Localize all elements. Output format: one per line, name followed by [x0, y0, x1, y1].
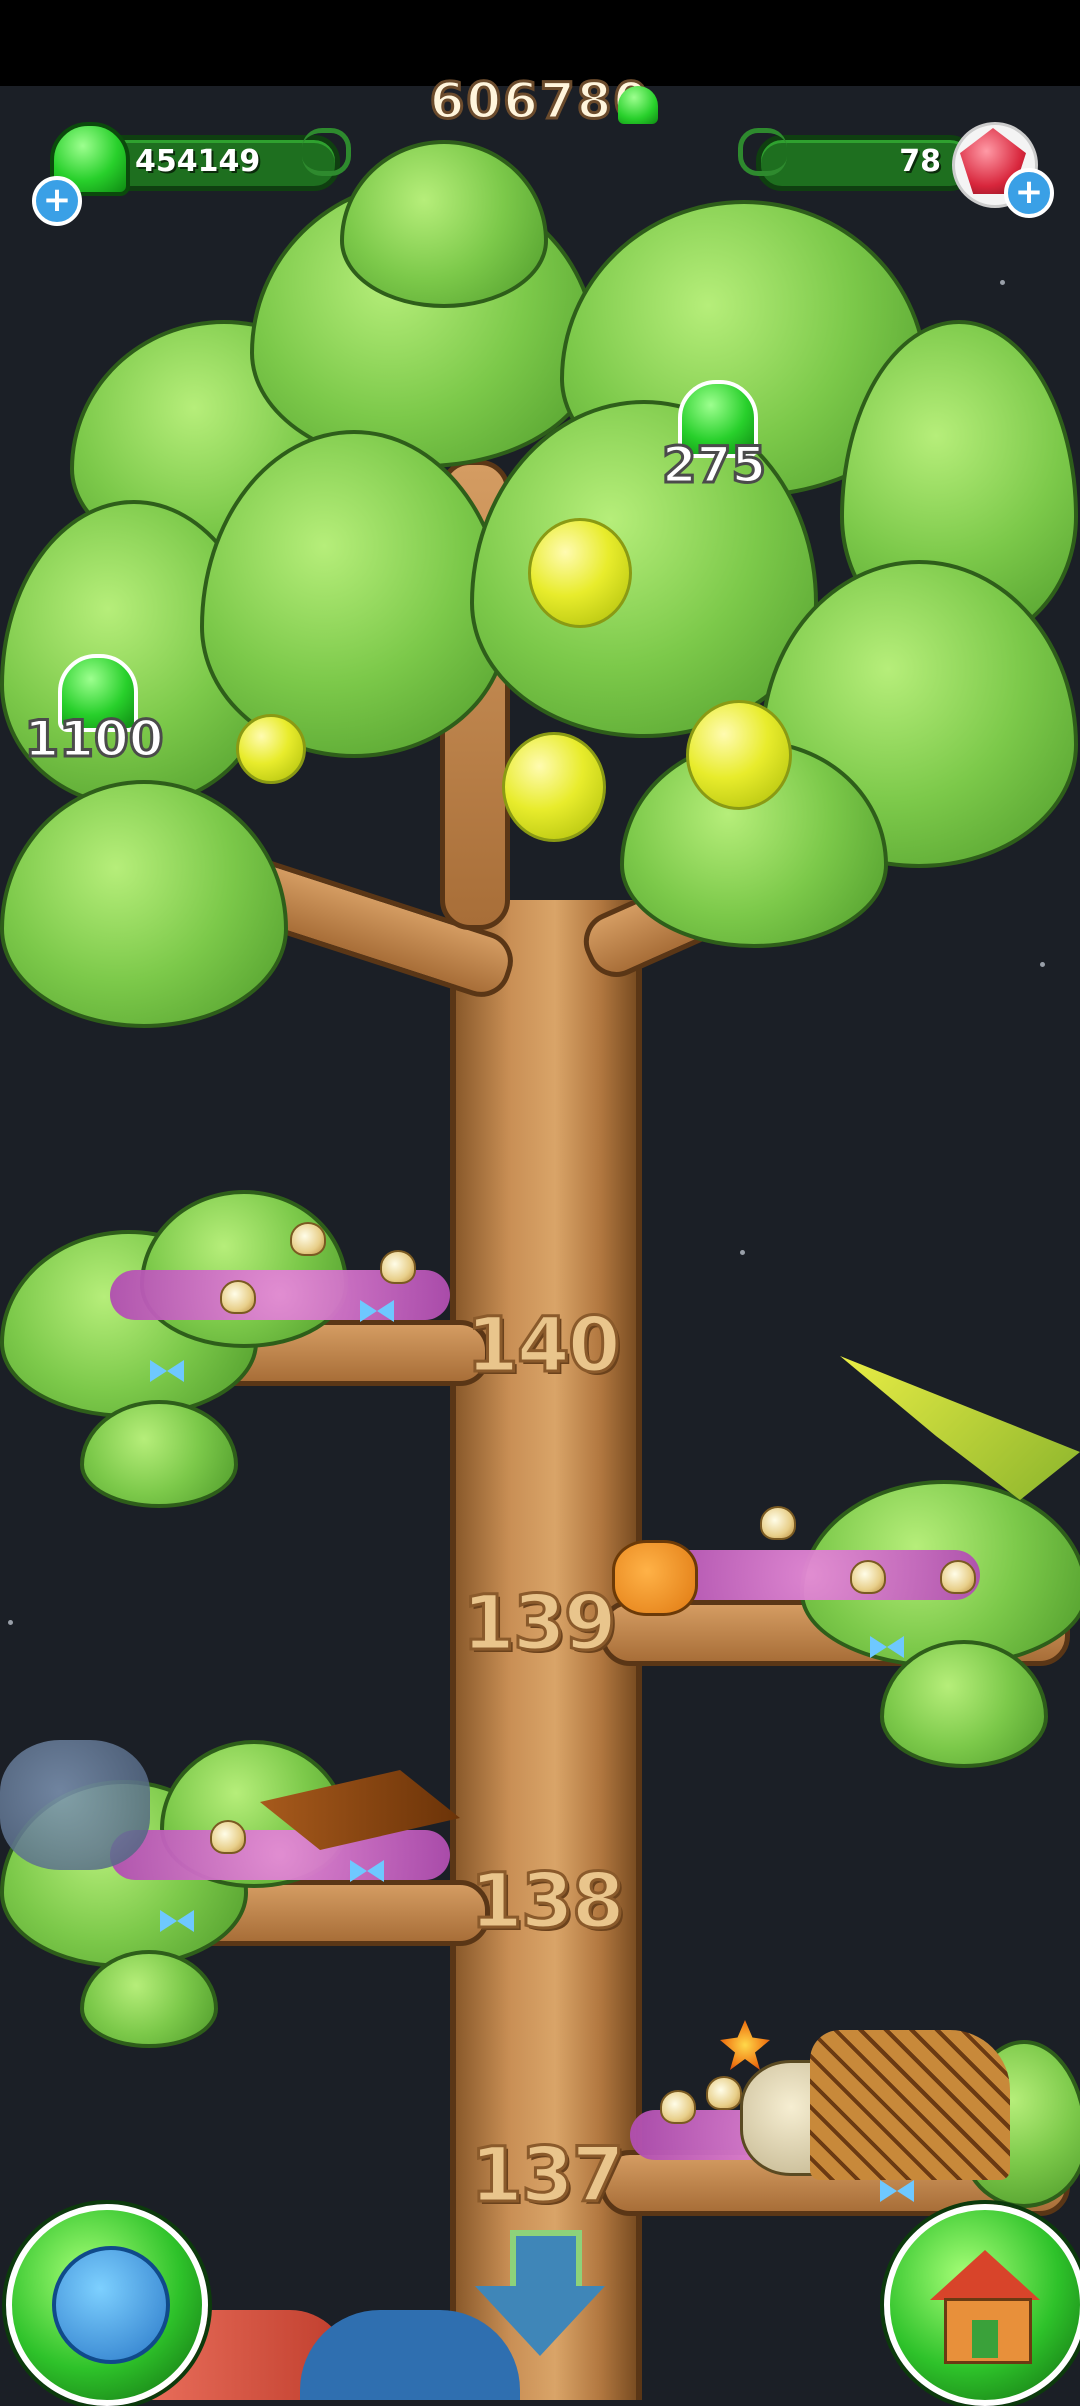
nest-138[interactable] [110, 1830, 450, 1880]
house-icon [930, 2250, 1040, 2364]
seed-icon [220, 1280, 256, 1314]
level-number: 138 [469, 1855, 627, 1947]
star [740, 1250, 745, 1255]
add-red-currency-button[interactable]: + [1004, 168, 1054, 218]
drop-amount: 275 [660, 435, 767, 496]
seed-icon [850, 1560, 886, 1594]
seed-icon [706, 2076, 742, 2110]
giraffe-creature[interactable] [810, 2030, 1010, 2180]
level-number: 140 [465, 1299, 623, 1391]
seed-icon [760, 1506, 796, 1540]
star [8, 1620, 13, 1625]
fruit[interactable] [528, 518, 632, 628]
seed-icon [210, 1820, 246, 1854]
red-currency-bar[interactable]: 78 [756, 135, 976, 191]
add-green-currency-button[interactable]: + [32, 176, 82, 226]
fruit[interactable] [236, 714, 306, 784]
seed-icon [940, 1560, 976, 1594]
level-number: 139 [461, 1577, 619, 1669]
globe-icon [52, 2246, 170, 2364]
rhino-creature[interactable] [0, 1740, 150, 1870]
scroll-down-button[interactable] [475, 2230, 605, 2360]
creature-orange[interactable] [612, 1540, 698, 1616]
green-gem-icon [618, 86, 658, 124]
green-currency-value: 454149 [135, 144, 261, 179]
star [1000, 280, 1005, 285]
seed-icon [290, 1222, 326, 1256]
vine-icon [302, 128, 351, 176]
gem-drop-275[interactable]: 275 [660, 380, 768, 496]
home-button[interactable] [884, 2204, 1080, 2406]
star [1040, 962, 1045, 967]
drop-amount: 1100 [23, 709, 165, 770]
fruit[interactable] [686, 700, 792, 810]
globe-button[interactable] [6, 2204, 208, 2406]
gem-drop-1100[interactable]: 1100 [23, 654, 165, 770]
level-number: 137 [469, 2129, 627, 2221]
red-currency-value: 78 [899, 144, 941, 179]
vine-icon [738, 128, 787, 176]
seed-icon [380, 1250, 416, 1284]
seed-icon [660, 2090, 696, 2124]
fruit[interactable] [502, 732, 606, 842]
